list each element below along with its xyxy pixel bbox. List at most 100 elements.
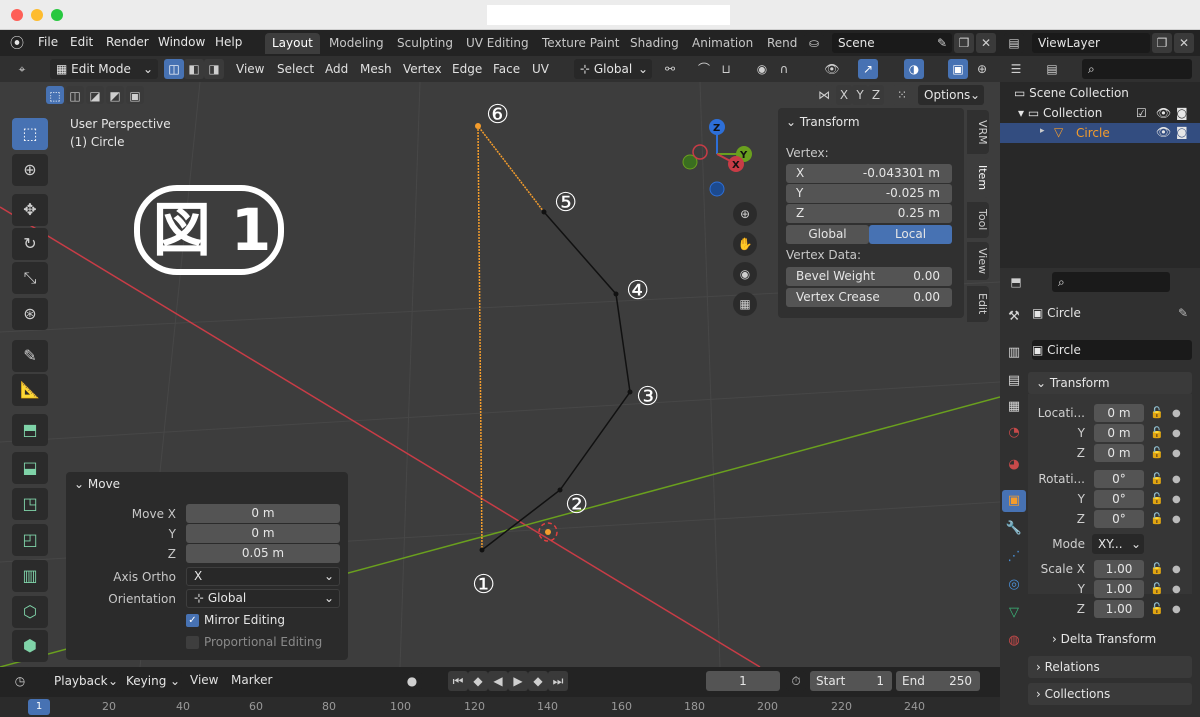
falloff-icon[interactable]: ∩ [774,59,794,79]
selected-edge-upper[interactable] [477,125,545,213]
tab-modeling[interactable]: Modeling [322,33,391,54]
collections-section[interactable]: › Collections [1028,683,1192,705]
select-intersect-icon[interactable]: ▣ [126,86,144,104]
end-frame-field[interactable]: End 250 [896,671,980,691]
pin-icon[interactable]: ✎ [932,33,952,53]
grid-perspective-icon[interactable]: ▦ [733,292,757,316]
menu-mesh[interactable]: Mesh [360,62,392,76]
select-new-icon[interactable]: ⬚ [46,86,64,104]
circle-object-row[interactable]: ▸ ▽ Circle 👁 ◙ [1000,123,1200,143]
transform-panel-header[interactable]: ⌄ Transform [786,115,860,129]
tab-uv-editing[interactable]: UV Editing [459,33,536,54]
scale-x-field[interactable]: 1.00 [1094,560,1144,578]
particles-tab-icon[interactable]: ⋰ [1002,546,1026,568]
gizmo-toggle-icon[interactable]: ↗ [858,59,878,79]
menu-edit[interactable]: Edit [70,35,93,49]
selected-edge-vertical[interactable] [477,125,483,551]
mirror-editing-checkbox[interactable]: ✓ [186,614,199,627]
cursor-tool-icon[interactable]: ⊕ [12,154,48,186]
tab-edit[interactable]: Edit [967,286,989,322]
move-y-field[interactable]: 0 m [186,524,340,543]
move-x-field[interactable]: 0 m [186,504,340,523]
lock-icon[interactable]: 🔓 [1150,512,1164,525]
keyframe-dot-icon[interactable]: ● [1172,604,1181,615]
menu-select[interactable]: Select [277,62,314,76]
keyframe-dot-icon[interactable]: ● [1172,494,1181,505]
scale-tool-icon[interactable]: ⤡ [12,262,48,294]
select-extend-icon[interactable]: ◫ [66,86,84,104]
menu-file[interactable]: File [38,35,58,49]
checkbox-icon[interactable]: ☑ [1136,106,1147,120]
timeline-ruler[interactable]: 1 20 40 60 80 100 120 140 160 180 200 22… [0,697,1000,717]
keyframe-dot-icon[interactable]: ● [1172,584,1181,595]
menu-render[interactable]: Render [106,35,149,49]
lock-icon[interactable]: 🔓 [1150,426,1164,439]
keyframe-dot-icon[interactable]: ● [1172,428,1181,439]
rotation-mode-dropdown[interactable]: XY... ⌄ [1092,534,1144,554]
rotation-y-field[interactable]: 0° [1094,490,1144,508]
scene-tab-icon[interactable]: ◔ [1002,422,1026,444]
view-layer-tab-icon[interactable]: ▦ [1002,396,1026,418]
add-cube-tool-icon[interactable]: ⬒ [12,414,48,446]
pin-icon[interactable]: ✎ [1178,306,1188,320]
collection-row[interactable]: ▾ ▭ Collection ☑ 👁 ◙ [1018,106,1198,120]
local-toggle[interactable]: Local [869,225,952,244]
topology-mirror-icon[interactable]: ⁙ [892,85,912,105]
playback-menu[interactable]: Playback ⌄ [48,671,120,691]
snap-icon[interactable]: ⌒ [694,59,714,79]
camera-icon[interactable]: ◙ [1176,125,1188,139]
rotation-x-field[interactable]: 0° [1094,470,1144,488]
axis-ortho-dropdown[interactable]: X ⌄ [186,567,340,586]
modifier-tab-icon[interactable]: 🔧 [1002,518,1026,540]
mesh-edges[interactable] [481,211,631,551]
inset-tool-icon[interactable]: ◳ [12,488,48,520]
tab-texture-paint[interactable]: Texture Paint [535,33,626,54]
menu-add[interactable]: Add [325,62,348,76]
knife-tool-icon[interactable]: ⬡ [12,596,48,628]
select-invert-icon[interactable]: ◩ [106,86,124,104]
vertex-2[interactable] [557,487,563,493]
bevel-weight-field[interactable]: Bevel Weight 0.00 [786,267,952,286]
world-tab-icon[interactable]: ◕ [1002,454,1026,476]
transform-section-header[interactable]: ⌄ Transform [1028,372,1192,394]
camera-icon[interactable]: ◙ [1176,106,1188,120]
blender-logo-icon[interactable]: ⦿ [10,33,24,53]
rotation-z-field[interactable]: 0° [1094,510,1144,528]
vertex-6[interactable] [475,123,481,129]
physics-tab-icon[interactable]: ◎ [1002,574,1026,596]
lock-icon[interactable]: 🔓 [1150,446,1164,459]
new-scene-icon[interactable]: ❐ [954,33,974,53]
vertex-x-field[interactable]: X -0.043301 m [786,164,952,183]
edge-select-icon[interactable]: ◧ [184,59,204,79]
select-subtract-icon[interactable]: ◪ [86,86,104,104]
overlays-toggle-icon[interactable]: ◑ [904,59,924,79]
view-layer-field[interactable]: ViewLayer [1032,33,1150,53]
vertex-y-field[interactable]: Y -0.025 m [786,184,952,203]
menu-face[interactable]: Face [493,62,520,76]
outliner-search-input[interactable]: ⌕ [1082,59,1192,79]
location-x-field[interactable]: 0 m [1094,404,1144,422]
scene-icon[interactable]: ⛀ [804,33,824,53]
record-icon[interactable]: ● [402,671,422,691]
start-frame-field[interactable]: Start 1 [810,671,892,691]
object-name-field[interactable]: ▣ Circle [1032,340,1192,360]
eye-icon[interactable]: 👁 [1156,106,1171,120]
select-box-tool-icon[interactable]: ⬚ [12,118,48,150]
menu-help[interactable]: Help [215,35,242,49]
lock-icon[interactable]: 🔓 [1150,602,1164,615]
vertex-3[interactable] [627,389,633,395]
delete-scene-icon[interactable]: ✕ [976,33,996,53]
proportional-editing-checkbox[interactable] [186,636,199,649]
keyframe-dot-icon[interactable]: ● [1172,564,1181,575]
menu-edge[interactable]: Edge [452,62,482,76]
output-tab-icon[interactable]: ▤ [1002,370,1026,392]
jump-end-icon[interactable]: ⏭ [548,671,568,691]
lock-icon[interactable]: 🔓 [1150,492,1164,505]
vertex-4[interactable] [613,291,619,297]
shading-wireframe-icon[interactable]: ⊕ [972,59,992,79]
measure-tool-icon[interactable]: 📐 [12,374,48,406]
vertex-5[interactable] [541,209,547,215]
tab-tool[interactable]: Tool [967,202,989,238]
properties-editor-icon[interactable]: ⬒ [1006,272,1026,292]
mirror-axis-x[interactable]: X [836,85,852,105]
